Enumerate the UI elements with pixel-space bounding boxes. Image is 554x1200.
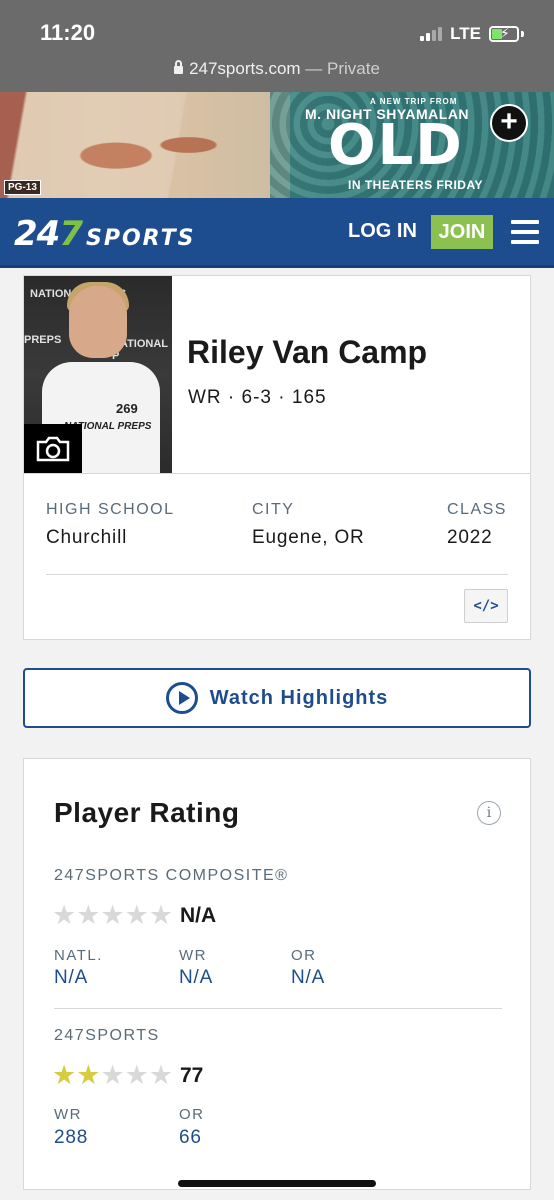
player-name: Riley Van Camp (187, 334, 428, 370)
star-empty-icon: ★ (148, 1060, 174, 1090)
high-school-value[interactable]: Churchill (46, 527, 127, 549)
site-logo[interactable]: 247 SPORTS (14, 214, 195, 254)
info-icon[interactable]: i (477, 801, 501, 825)
player-photo[interactable]: NATIONAL PREPS PREPS NATIONAL P 269 NATI… (24, 276, 172, 473)
watch-highlights-button[interactable]: Watch Highlights (23, 668, 531, 728)
star-empty-icon: ★ (76, 900, 101, 930)
ad-subtitle: IN THEATERS FRIDAY (348, 178, 484, 192)
lock-icon (174, 60, 184, 74)
composite-natl-value: N/A (54, 967, 89, 988)
composite-natl-label: NATL. (54, 947, 103, 964)
city-label: CITY (252, 501, 295, 518)
composite-label: 247SPORTS COMPOSITE® (54, 867, 289, 884)
hamburger-menu-icon[interactable] (511, 220, 539, 244)
private-label: — Private (300, 59, 380, 78)
star-empty-icon: ★ (124, 1060, 149, 1090)
sports247-rating-value: 77 (180, 1064, 204, 1087)
composite-state-value: N/A (291, 967, 326, 988)
ad-rating-badge: PG-13 (4, 180, 41, 195)
browser-status-bar: 11:20 LTE ⚡ 247sports.com — Private (0, 0, 554, 92)
battery-icon: ⚡ (489, 25, 519, 42)
divider (54, 1008, 502, 1009)
composite-rating-value: N/A (180, 904, 217, 927)
composite-state-label: OR (291, 947, 317, 964)
sports247-stars: ★ ★ ★ ★ ★ (52, 1062, 173, 1089)
ad-expand-plus-icon[interactable]: + (490, 104, 528, 142)
play-icon (165, 682, 198, 714)
login-button[interactable]: LOG IN (348, 220, 417, 243)
photo-bg-text-left: PREPS (24, 334, 62, 346)
star-filled-icon: ★ (76, 1060, 101, 1090)
signal-icon (420, 27, 443, 41)
star-filled-icon: ★ (52, 1060, 77, 1090)
divider (46, 574, 508, 575)
camera-icon[interactable] (24, 424, 82, 473)
rating-title: Player Rating (54, 797, 240, 828)
status-indicators: LTE ⚡ (420, 24, 524, 44)
player-profile-card: NATIONAL PREPS PREPS NATIONAL P 269 NATI… (23, 275, 531, 640)
composite-pos-value: N/A (179, 967, 214, 988)
jersey-number: 269 (116, 401, 138, 416)
sports247-state-label: OR (179, 1106, 205, 1123)
clock: 11:20 (40, 20, 96, 45)
home-indicator (178, 1180, 376, 1187)
site-header: 247 SPORTS LOG IN JOIN (0, 198, 554, 268)
sports247-pos-label: WR (54, 1106, 82, 1123)
ad-tagline: A NEW TRIP FROM (370, 97, 458, 106)
divider (24, 473, 530, 474)
address-bar[interactable]: 247sports.com — Private (0, 59, 554, 79)
embed-code-button[interactable]: </> (464, 589, 508, 623)
logo-seven: 7 (59, 214, 83, 254)
star-empty-icon: ★ (100, 1060, 125, 1090)
player-rating-card: Player Rating i 247SPORTS COMPOSITE® ★ ★ ★… (23, 758, 531, 1190)
url-text: 247sports.com (189, 59, 301, 78)
ad-title: OLD (328, 113, 464, 178)
logo-word: SPORTS (86, 226, 196, 251)
watch-highlights-label: Watch Highlights (209, 686, 389, 709)
composite-pos-label: WR (179, 947, 207, 964)
star-empty-icon: ★ (124, 900, 149, 930)
star-empty-icon: ★ (100, 900, 125, 930)
join-button[interactable]: JOIN (431, 215, 493, 249)
network-label: LTE (450, 24, 481, 43)
city-value: Eugene, OR (252, 527, 365, 548)
sports247-pos-rank-link[interactable]: 288 (54, 1127, 88, 1149)
star-empty-icon: ★ (52, 900, 77, 930)
player-position-size: WR · 6-3 · 165 (188, 387, 327, 408)
class-value[interactable]: 2022 (447, 527, 492, 549)
sports247-label: 247SPORTS (54, 1027, 160, 1044)
logo-number: 24 (14, 214, 60, 254)
sports247-state-rank-link[interactable]: 66 (179, 1127, 202, 1149)
high-school-label: HIGH SCHOOL (46, 501, 175, 518)
ad-image-beach (0, 92, 290, 198)
class-label: CLASS (447, 501, 507, 518)
composite-stars: ★ ★ ★ ★ ★ (52, 902, 173, 929)
star-empty-icon: ★ (148, 900, 174, 930)
